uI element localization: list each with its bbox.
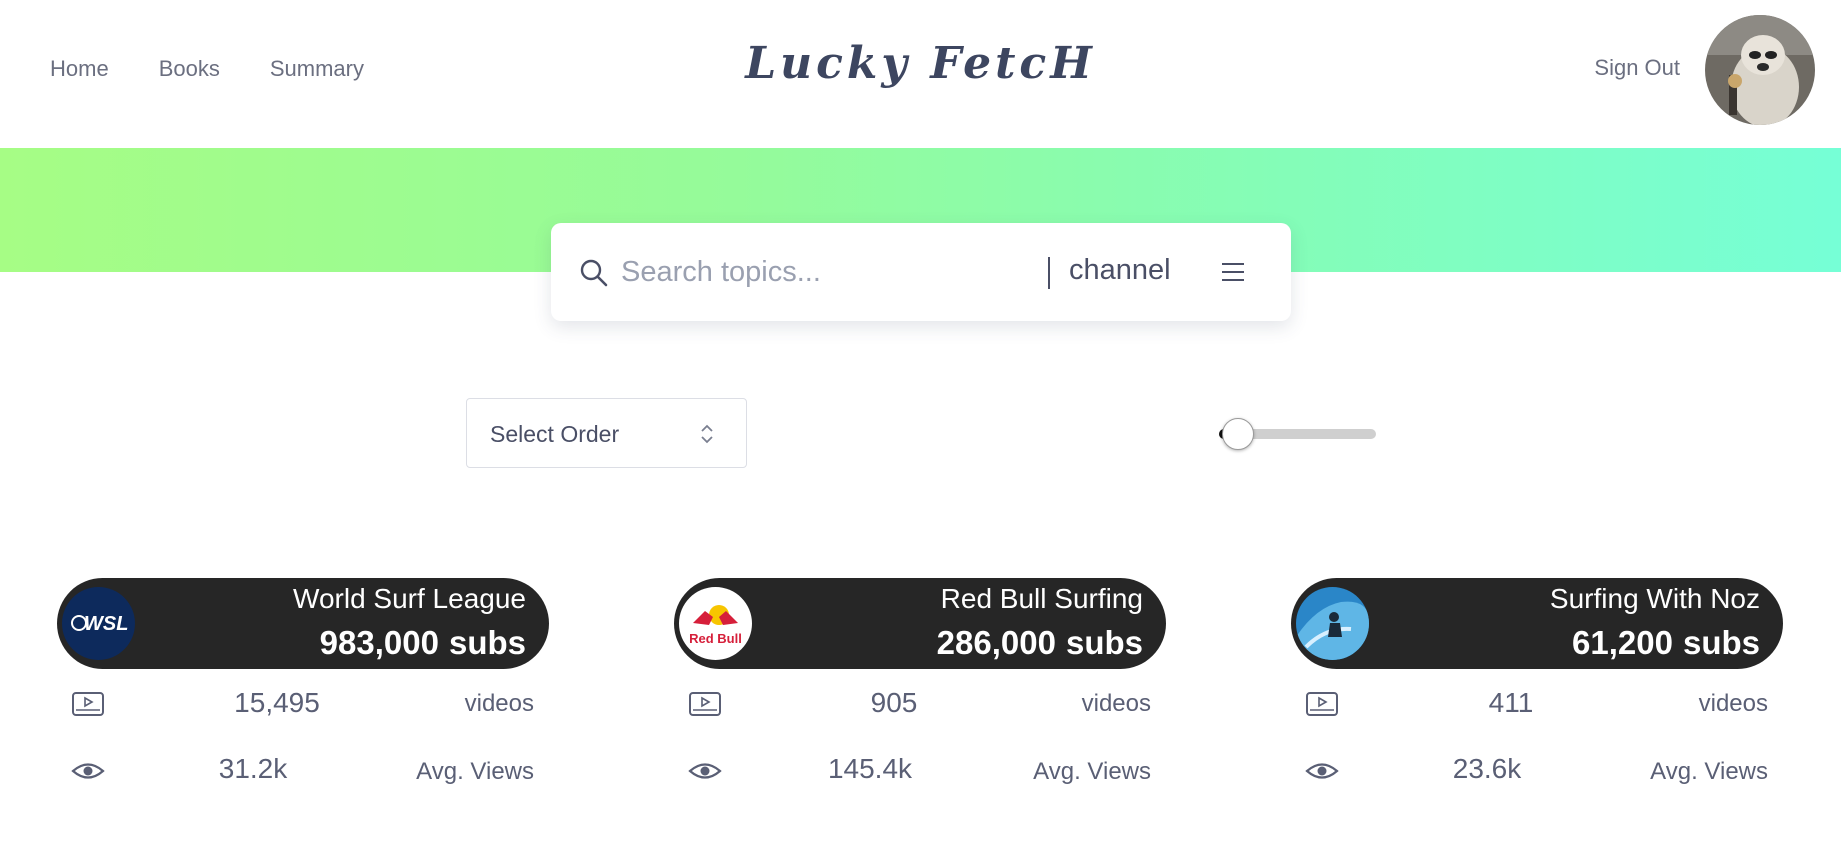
channel-header-pill[interactable]: Red Bull Red Bull Surfing 286,000 subs (674, 578, 1166, 669)
user-avatar[interactable] (1705, 15, 1815, 125)
sign-out-link[interactable]: Sign Out (1594, 55, 1680, 81)
select-order-dropdown[interactable]: Select Order (466, 398, 747, 468)
channel-name: Red Bull Surfing (940, 583, 1143, 614)
videos-count: 411 (1488, 687, 1534, 718)
videos-count: 15,495 (234, 687, 320, 718)
dog-avatar-image (1705, 15, 1815, 125)
video-icon (72, 692, 104, 716)
avg-views-label: Avg. Views (1650, 758, 1768, 785)
red-bull-logo-icon: Red Bull (679, 587, 752, 660)
videos-label: videos (1081, 690, 1151, 717)
videos-stat: 905 videos (674, 669, 1166, 737)
search-bar: channel (551, 223, 1291, 321)
channel-subs: 983,000 subs (319, 624, 526, 661)
channel-card: Surfing With Noz 61,200 subs 411 videos 2… (1291, 578, 1783, 805)
top-header: Home Books Summary Lucky FetcH Sign Out (0, 0, 1841, 148)
videos-label: videos (464, 690, 534, 717)
avg-views-count: 31.2k (218, 753, 288, 784)
channel-card: WSL World Surf League 983,000 subs 15,495… (57, 578, 549, 805)
range-slider[interactable] (1219, 416, 1376, 452)
videos-stat: 411 videos (1291, 669, 1783, 737)
eye-icon (688, 763, 722, 779)
video-icon (689, 692, 721, 716)
brand-logo-text: Lucky FetcH (745, 38, 1096, 89)
channel-name: World Surf League (293, 583, 526, 614)
hamburger-icon[interactable] (1221, 261, 1245, 283)
red-bull-logo-text: Red Bull (689, 631, 742, 646)
up-down-chevron-icon (701, 424, 713, 444)
eye-icon (71, 763, 105, 779)
channel-header-pill[interactable]: Surfing With Noz 61,200 subs (1291, 578, 1783, 669)
search-icon (580, 259, 608, 287)
search-divider (1048, 257, 1050, 289)
avg-views-stat: 31.2k Avg. Views (57, 737, 549, 805)
surfer-wave-logo-icon (1296, 587, 1369, 660)
avg-views-label: Avg. Views (416, 758, 534, 785)
channel-name: Surfing With Noz (1549, 583, 1760, 614)
videos-count: 905 (870, 687, 918, 718)
eye-icon (1305, 763, 1339, 779)
channel-card: Red Bull Red Bull Surfing 286,000 subs 90… (674, 578, 1166, 805)
select-order-label: Select Order (490, 421, 620, 447)
avg-views-count: 23.6k (1452, 753, 1522, 784)
videos-label: videos (1698, 690, 1768, 717)
channel-header-pill[interactable]: WSL World Surf League 983,000 subs (57, 578, 549, 669)
wsl-logo-text: WSL (84, 613, 128, 635)
search-input[interactable] (621, 247, 1021, 297)
search-filter-channel[interactable]: channel (1069, 254, 1171, 287)
video-icon (1306, 692, 1338, 716)
avg-views-stat: 145.4k Avg. Views (674, 737, 1166, 805)
videos-stat: 15,495 videos (57, 669, 549, 737)
slider-thumb[interactable] (1221, 418, 1254, 450)
channel-subs: 286,000 subs (936, 624, 1143, 661)
channel-subs: 61,200 subs (1572, 624, 1760, 661)
avg-views-stat: 23.6k Avg. Views (1291, 737, 1783, 805)
avg-views-label: Avg. Views (1033, 758, 1151, 785)
avg-views-count: 145.4k (827, 753, 913, 784)
wsl-logo-icon: WSL (62, 587, 135, 660)
